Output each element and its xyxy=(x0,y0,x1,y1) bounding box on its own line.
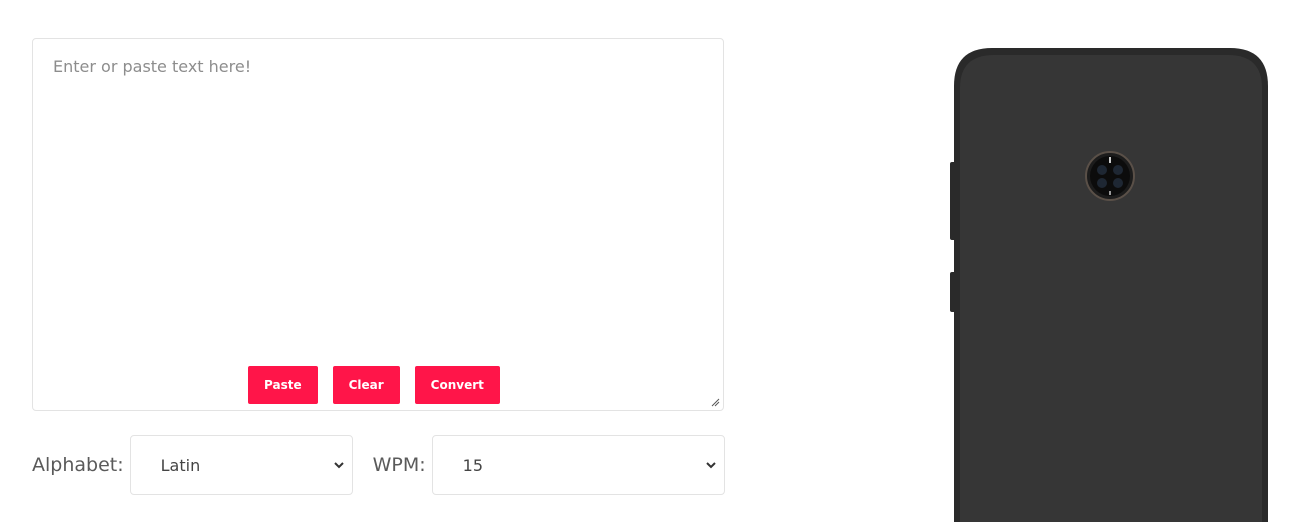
alphabet-select[interactable]: Latin xyxy=(129,435,353,495)
convert-button[interactable]: Convert xyxy=(414,366,500,404)
wpm-value: 15 xyxy=(462,455,484,475)
wpm-select[interactable]: 15 xyxy=(431,435,725,495)
clear-button[interactable]: Clear xyxy=(332,366,400,404)
phone-mockup-image xyxy=(950,48,1268,522)
editor-actions: Paste Clear Convert xyxy=(248,366,500,404)
alphabet-value: Latin xyxy=(160,455,201,475)
wpm-label: WPM: xyxy=(372,454,426,476)
resize-grip-icon[interactable] xyxy=(710,397,720,407)
chevron-down-icon xyxy=(333,462,344,469)
paste-button[interactable]: Paste xyxy=(248,366,318,404)
page: Paste Clear Convert Alphabet: Latin WPM:… xyxy=(0,0,1315,522)
settings-row: Alphabet: Latin WPM: 15 xyxy=(32,434,725,496)
text-input[interactable] xyxy=(33,39,723,410)
text-editor: Paste Clear Convert xyxy=(32,38,724,411)
alphabet-label: Alphabet: xyxy=(32,454,124,476)
chevron-down-icon xyxy=(705,462,716,469)
